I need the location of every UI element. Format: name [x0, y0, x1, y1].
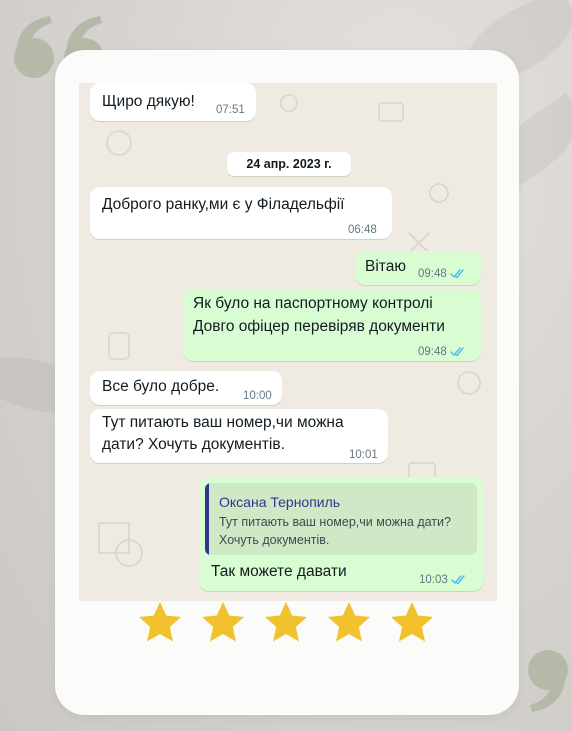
- message-time: 10:00: [243, 390, 272, 402]
- rating-stars: [136, 599, 436, 649]
- message-time-value: 09:48: [418, 268, 447, 280]
- double-check-icon: [451, 575, 465, 585]
- quoted-line: Тут питають ваш номер,чи можна дати?: [219, 515, 451, 529]
- message-line: Довго офіцер перевіряв документи: [193, 318, 445, 335]
- chat-screenshot: Щиро дякую! 07:51 24 апр. 2023 г. Доброг…: [79, 83, 497, 601]
- quoted-message[interactable]: Оксана Тернопиль Тут питають ваш номер,ч…: [205, 483, 477, 555]
- outgoing-message[interactable]: Як було на паспортному контролі Довго оф…: [183, 289, 481, 361]
- message-time: 09:48: [418, 341, 466, 363]
- message-text: Так можете давати: [211, 563, 347, 580]
- double-check-icon: [450, 347, 464, 357]
- quote-accent-bar: [205, 483, 209, 555]
- star-icon: [202, 602, 244, 642]
- message-line: Тут питають ваш номер,чи можна: [102, 414, 344, 431]
- message-text: Все було добре.: [102, 378, 220, 395]
- quoted-author: Оксана Тернопиль: [219, 494, 341, 510]
- outgoing-reply-message[interactable]: Оксана Тернопиль Тут питають ваш номер,ч…: [199, 477, 483, 591]
- incoming-message[interactable]: Тут питають ваш номер,чи можна дати? Хоч…: [90, 409, 388, 463]
- message-text: Щиро дякую!: [102, 93, 195, 110]
- star-icon: [139, 602, 181, 642]
- star-icon: [328, 602, 370, 642]
- message-time-value: 10:03: [419, 574, 448, 586]
- incoming-message[interactable]: Щиро дякую! 07:51: [90, 83, 256, 121]
- message-text: Доброго ранку,ми є у Філадельфії: [102, 196, 345, 213]
- message-time: 06:48: [348, 224, 377, 236]
- incoming-message[interactable]: Доброго ранку,ми є у Філадельфії 06:48: [90, 187, 392, 239]
- star-icon: [391, 602, 433, 642]
- quoted-line: Хочуть документів.: [219, 533, 330, 547]
- message-time: 10:01: [349, 449, 378, 461]
- outgoing-message[interactable]: Вітаю 09:48: [355, 251, 481, 285]
- message-text: Вітаю: [365, 258, 406, 275]
- message-line: дати? Хочуть документів.: [102, 436, 285, 453]
- quoted-text: Тут питають ваш номер,чи можна дати? Хоч…: [219, 513, 451, 549]
- message-time: 07:51: [216, 104, 245, 116]
- message-time: 10:03: [419, 569, 467, 591]
- star-icon: [265, 602, 307, 642]
- incoming-message[interactable]: Все було добре. 10:00: [90, 371, 282, 405]
- date-separator: 24 апр. 2023 г.: [227, 152, 351, 176]
- message-time: 09:48: [418, 263, 466, 285]
- message-line: Як було на паспортному контролі: [193, 295, 433, 312]
- double-check-icon: [450, 269, 464, 279]
- message-time-value: 09:48: [418, 346, 447, 358]
